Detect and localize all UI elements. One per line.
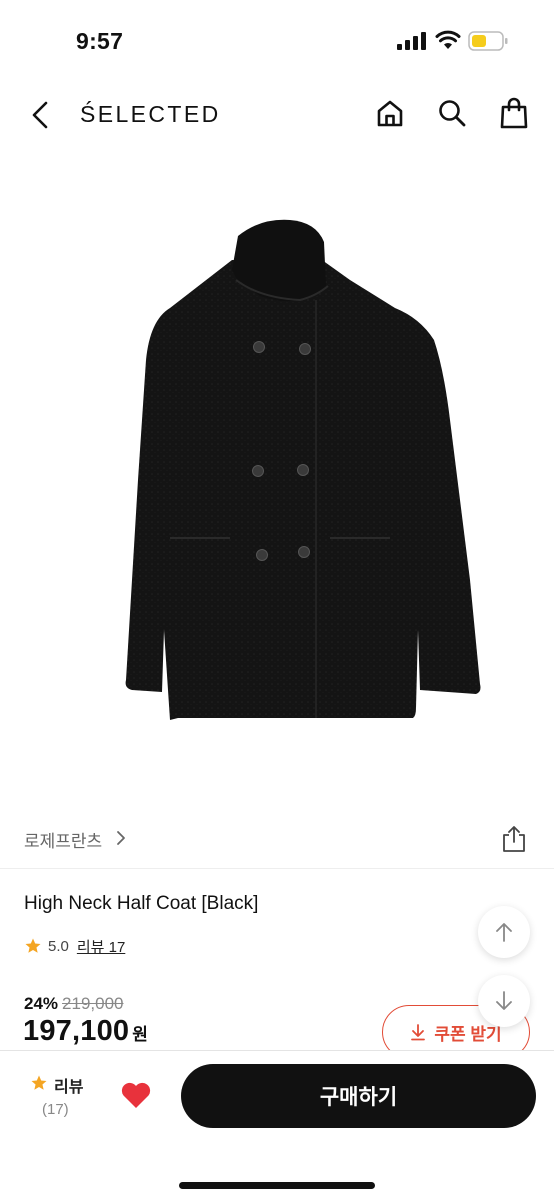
divider: [0, 868, 554, 869]
cart-button[interactable]: [496, 95, 532, 131]
chevron-left-icon: [32, 101, 48, 129]
discount-row: 24% 219,000: [24, 994, 123, 1014]
arrow-down-icon: [496, 991, 512, 1010]
discount-rate: 24%: [24, 994, 59, 1013]
scroll-down-button[interactable]: [478, 975, 530, 1027]
rating-score: 5.0: [48, 937, 69, 955]
review-tab-count: (17): [42, 1101, 69, 1118]
share-button[interactable]: [500, 824, 528, 854]
buy-button[interactable]: 구매하기: [181, 1064, 536, 1128]
back-button[interactable]: [24, 96, 56, 134]
bottom-bar: 리뷰 (17) 구매하기: [0, 1050, 554, 1200]
brand-row: 로제프란츠: [0, 818, 554, 860]
star-icon: [31, 1075, 47, 1090]
scroll-up-button[interactable]: [478, 906, 530, 958]
rating-row: 5.0 리뷰 17: [24, 935, 125, 957]
status-time: 9:57: [76, 28, 124, 54]
wifi-icon: [435, 30, 461, 49]
status-bar: 9:57: [0, 0, 554, 82]
search-button[interactable]: [434, 95, 470, 131]
review-tab-label: 리뷰: [54, 1079, 84, 1096]
coat-image: [125, 219, 481, 720]
product-image[interactable]: [0, 160, 554, 790]
review-tab[interactable]: 리뷰 (17): [30, 1073, 90, 1123]
battery-icon: [468, 31, 508, 51]
price-row: 197,100 원: [23, 1015, 148, 1048]
original-price: 219,000: [62, 994, 124, 1013]
review-link[interactable]: 리뷰 17: [77, 936, 125, 957]
chevron-right-icon: [117, 831, 125, 845]
signal-icon: [397, 32, 426, 50]
home-indicator: [179, 1182, 375, 1189]
download-icon: [411, 1024, 426, 1041]
shopping-bag-icon: [500, 97, 528, 129]
brand-store-link[interactable]: 로제프란츠: [24, 827, 102, 852]
nav-bar: ŚELECTED: [0, 82, 554, 148]
price-unit: 원: [132, 1025, 148, 1044]
arrow-up-icon: [496, 923, 512, 942]
star-icon: [25, 938, 41, 953]
product-title: High Neck Half Coat [Black]: [24, 893, 259, 914]
search-icon: [439, 100, 466, 127]
home-button[interactable]: [372, 95, 408, 131]
home-icon: [377, 100, 403, 127]
wishlist-button[interactable]: [120, 1081, 156, 1113]
share-icon: [503, 826, 525, 852]
heart-icon: [121, 1082, 151, 1108]
brand-logo[interactable]: ŚELECTED: [80, 101, 221, 128]
sale-price: 197,100: [23, 1015, 130, 1047]
